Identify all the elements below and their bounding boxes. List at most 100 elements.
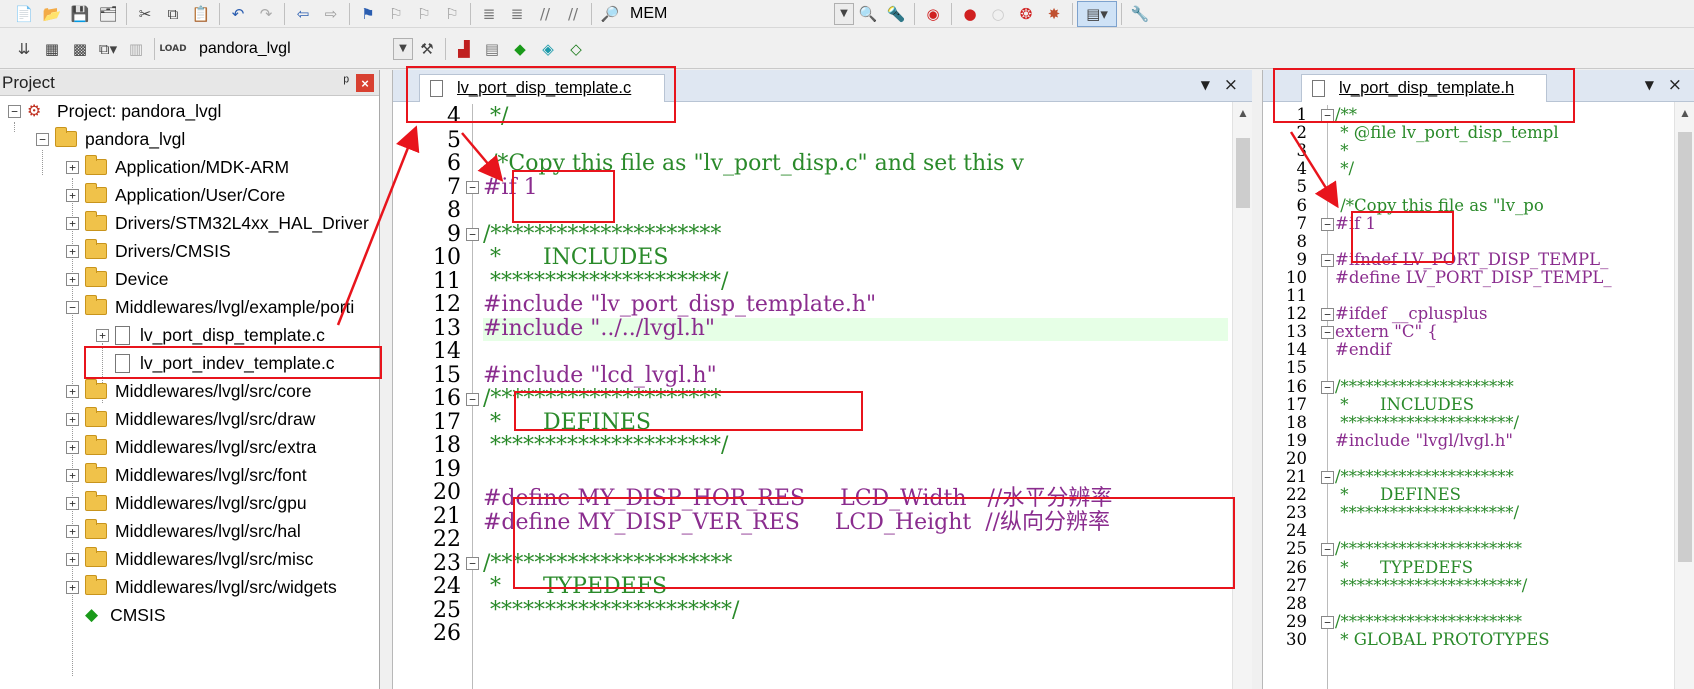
- nav-back-icon[interactable]: ⇦: [289, 1, 317, 27]
- expand-icon[interactable]: +: [66, 440, 79, 454]
- debug-session-icon[interactable]: ◉: [919, 1, 947, 27]
- tree-folder-item[interactable]: + Application/User/Core: [66, 182, 285, 208]
- expand-icon[interactable]: +: [66, 580, 79, 594]
- undo-icon[interactable]: ↶: [224, 1, 252, 27]
- tab-dropdown-icon[interactable]: ▼: [1201, 78, 1210, 92]
- expand-icon[interactable]: +: [66, 244, 79, 258]
- find-icon[interactable]: 🔍: [854, 1, 882, 27]
- collapse-icon[interactable]: −: [36, 132, 49, 146]
- copy-icon[interactable]: ⧉: [159, 1, 187, 27]
- translate-icon[interactable]: ⇊: [10, 36, 38, 62]
- tree-folder-item[interactable]: + Middlewares/lvgl/src/widgets: [66, 574, 337, 600]
- redo-icon[interactable]: ↷: [252, 1, 280, 27]
- paste-icon[interactable]: 📋: [187, 1, 215, 27]
- expand-icon[interactable]: +: [66, 272, 79, 286]
- vertical-scrollbar[interactable]: ▲: [1674, 102, 1694, 689]
- expand-icon[interactable]: +: [66, 524, 79, 538]
- fold-toggle-icon[interactable]: −: [466, 228, 479, 242]
- tree-folder-item[interactable]: − Middlewares/lvgl/example/porti: [66, 294, 354, 320]
- indent-icon[interactable]: ≣: [475, 1, 503, 27]
- fold-toggle-icon[interactable]: −: [466, 181, 479, 195]
- target-options-icon[interactable]: ⚒: [413, 36, 441, 62]
- target-combo[interactable]: MEM: [624, 2, 834, 26]
- cut-icon[interactable]: ✂: [131, 1, 159, 27]
- tree-folder-item[interactable]: + Device: [66, 266, 169, 292]
- batch-build-icon[interactable]: ⧉▾: [94, 36, 122, 62]
- scroll-up-icon[interactable]: ▲: [1679, 106, 1691, 120]
- expand-icon[interactable]: +: [66, 188, 79, 202]
- window-layout-icon[interactable]: ▤▾: [1077, 0, 1117, 27]
- comment-icon[interactable]: //: [531, 1, 559, 27]
- rebuild-icon[interactable]: ▩: [66, 36, 94, 62]
- fold-toggle-icon[interactable]: −: [1321, 326, 1334, 340]
- code-area[interactable]: 1−/** 2 * @file lv_port_disp_templ 3 * 4 */…: [1263, 102, 1694, 689]
- tree-folder-item[interactable]: + Middlewares/lvgl/src/core: [66, 378, 311, 404]
- breakpoint-enable-icon[interactable]: ○: [984, 1, 1012, 27]
- run-time-env-icon[interactable]: ◇: [562, 36, 590, 62]
- tree-project-root[interactable]: − ⚙ Project: pandora_lvgl: [8, 98, 221, 124]
- close-editor-icon[interactable]: ×: [1668, 75, 1682, 95]
- stop-build-icon[interactable]: ▥: [122, 36, 150, 62]
- breakpoint-insert-icon[interactable]: ●: [956, 1, 984, 27]
- tree-target[interactable]: − pandora_lvgl: [36, 126, 185, 152]
- manage-project-icon[interactable]: ▟: [450, 36, 478, 62]
- multi-project-icon[interactable]: ▤: [478, 36, 506, 62]
- scroll-thumb[interactable]: [1236, 138, 1250, 208]
- bookmark-clear-icon[interactable]: ⚐: [438, 1, 466, 27]
- breakpoint-kill-icon[interactable]: ✸: [1040, 1, 1068, 27]
- nav-forward-icon[interactable]: ⇨: [317, 1, 345, 27]
- tree-folder-item[interactable]: ◆ CMSIS: [66, 602, 166, 628]
- expand-icon[interactable]: +: [66, 216, 79, 230]
- expand-icon[interactable]: +: [66, 496, 79, 510]
- pin-icon[interactable]: ᵖ: [343, 73, 349, 90]
- tree-file-item[interactable]: + lv_port_disp_template.c: [96, 322, 325, 348]
- expand-icon[interactable]: +: [66, 160, 79, 174]
- expand-icon[interactable]: +: [66, 412, 79, 426]
- unindent-icon[interactable]: ≣: [503, 1, 531, 27]
- bookmark-icon[interactable]: ⚑: [354, 1, 382, 27]
- configure-icon[interactable]: 🔧: [1126, 1, 1154, 27]
- combo-dropdown-icon[interactable]: ▼: [834, 2, 854, 25]
- tree-folder-item[interactable]: + Application/MDK-ARM: [66, 154, 289, 180]
- breakpoint-disable-icon[interactable]: ❂: [1012, 1, 1040, 27]
- tree-folder-item[interactable]: + Middlewares/lvgl/src/gpu: [66, 490, 307, 516]
- expand-icon[interactable]: +: [66, 468, 79, 482]
- project-target-select[interactable]: pandora_lvgl: [193, 37, 393, 61]
- download-icon[interactable]: LOAD: [159, 36, 187, 62]
- scroll-thumb[interactable]: [1678, 132, 1692, 562]
- bookmark-prev-icon[interactable]: ⚐: [382, 1, 410, 27]
- collapse-icon[interactable]: −: [66, 300, 79, 314]
- fold-toggle-icon[interactable]: −: [1321, 253, 1334, 267]
- close-editor-icon[interactable]: ×: [1224, 75, 1238, 95]
- tree-folder-item[interactable]: + Middlewares/lvgl/src/extra: [66, 434, 316, 460]
- tree-folder-item[interactable]: + Drivers/STM32L4xx_HAL_Driver: [66, 210, 369, 236]
- tree-folder-item[interactable]: + Middlewares/lvgl/src/font: [66, 462, 307, 488]
- tree-folder-item[interactable]: + Middlewares/lvgl/src/draw: [66, 406, 315, 432]
- fold-toggle-icon[interactable]: −: [1321, 543, 1334, 557]
- open-file-icon[interactable]: 📂: [38, 1, 66, 27]
- select-packs-icon[interactable]: ◈: [534, 36, 562, 62]
- tree-folder-item[interactable]: + Middlewares/lvgl/src/hal: [66, 518, 301, 544]
- expand-icon[interactable]: +: [96, 328, 109, 342]
- tab-dropdown-icon[interactable]: ▼: [1645, 78, 1654, 92]
- pack-installer-icon[interactable]: ◆: [506, 36, 534, 62]
- expand-icon[interactable]: +: [66, 552, 79, 566]
- target-dropdown-icon[interactable]: ▼: [393, 37, 413, 60]
- bookmark-next-icon[interactable]: ⚐: [410, 1, 438, 27]
- incremental-find-icon[interactable]: 🔦: [882, 1, 910, 27]
- fold-toggle-icon[interactable]: −: [1321, 615, 1334, 629]
- fold-toggle-icon[interactable]: −: [466, 392, 479, 406]
- fold-toggle-icon[interactable]: −: [1321, 380, 1334, 394]
- expand-icon[interactable]: +: [66, 384, 79, 398]
- collapse-icon[interactable]: −: [8, 104, 21, 118]
- save-all-icon[interactable]: 🗂: [94, 1, 122, 27]
- find-in-files-icon[interactable]: 🔎: [596, 1, 624, 27]
- save-icon[interactable]: 💾: [66, 1, 94, 27]
- fold-toggle-icon[interactable]: −: [1321, 471, 1334, 485]
- fold-toggle-icon[interactable]: −: [1321, 308, 1334, 322]
- fold-toggle-icon[interactable]: −: [1321, 217, 1334, 231]
- fold-toggle-icon[interactable]: −: [466, 557, 479, 571]
- tree-folder-item[interactable]: + Drivers/CMSIS: [66, 238, 231, 264]
- tree-folder-item[interactable]: + Middlewares/lvgl/src/misc: [66, 546, 313, 572]
- vertical-scrollbar[interactable]: ▲: [1232, 102, 1252, 689]
